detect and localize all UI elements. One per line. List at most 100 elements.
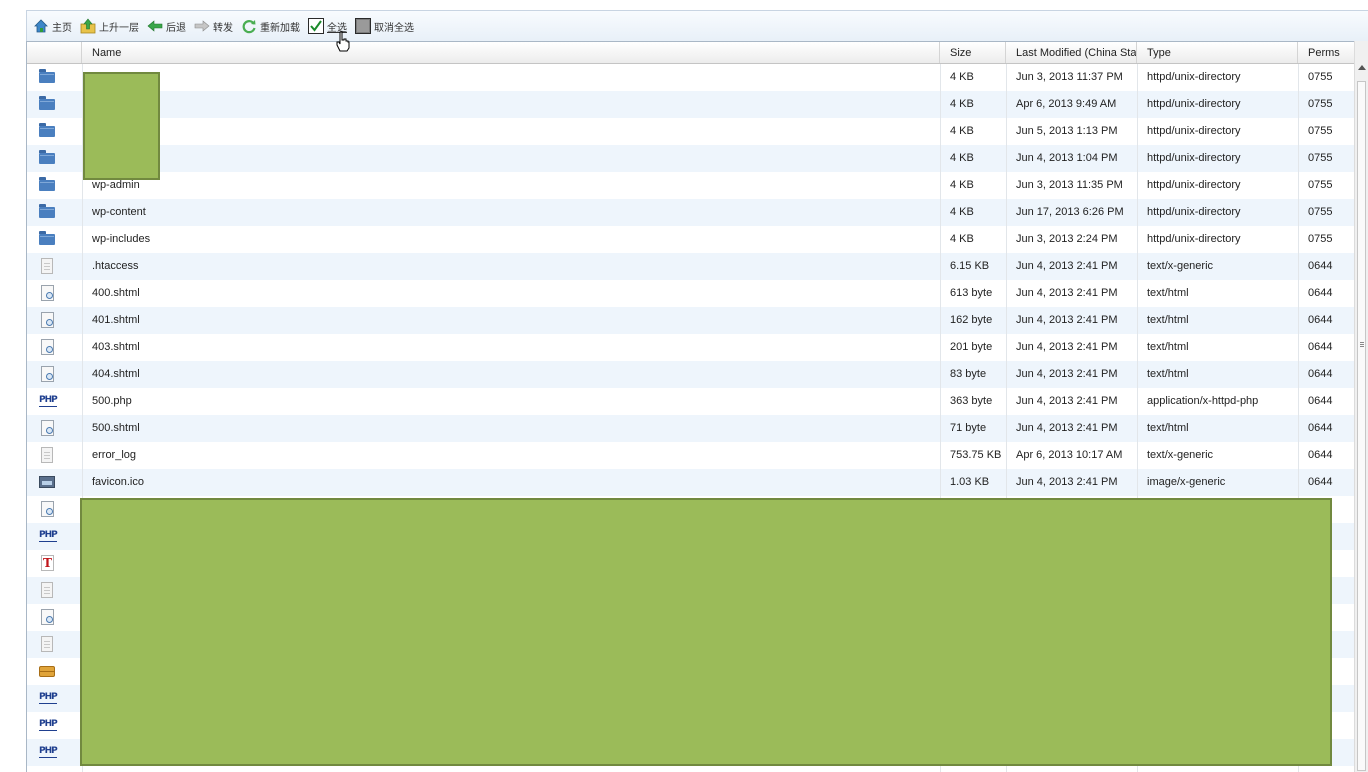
folder-icon [39,123,55,139]
archive-file-icon [39,663,55,679]
file-name-cell[interactable]: wp-content [82,199,940,226]
table-row[interactable]: wp-admin 4 KB Jun 3, 2013 11:35 PM httpd/un… [27,172,1354,199]
file-name-cell[interactable]: wp-admin [82,172,940,199]
forward-button[interactable]: 转发 [194,18,233,34]
folder-icon [39,96,55,112]
arrow-right-icon [194,18,210,34]
reload-button[interactable]: 重新加载 [241,18,300,34]
image-file-icon [39,474,55,490]
table-row[interactable]: wp-includes 4 KB Jun 3, 2013 2:24 PM httpd/… [27,226,1354,253]
file-name-cell[interactable]: error_log [82,442,940,469]
file-name-cell[interactable]: 404.shtml [82,361,940,388]
file-size-cell: 201 byte [950,341,993,353]
php-file-icon: PHP [39,692,58,704]
file-modified-cell: Jun 4, 2013 2:41 PM [1016,314,1118,326]
deselect-all-button[interactable]: 取消全选 [355,18,414,34]
table-row[interactable]: wp-content 4 KB Jun 17, 2013 6:26 PM httpd/… [27,199,1354,226]
file-perms-cell: 0644 [1308,395,1333,407]
home-icon [33,18,49,34]
table-row[interactable]: 4 KB Jun 3, 2013 11:37 PM httpd/unix-direc… [27,64,1354,91]
table-row[interactable]: favicon.ico 1.03 KB Jun 4, 2013 2:41 PM ima… [27,469,1354,496]
table-row[interactable]: 4 KB Apr 6, 2013 9:49 AM httpd/unix-direct… [27,91,1354,118]
size-column-header[interactable]: Size [940,42,1006,63]
file-name-cell[interactable]: 403.shtml [82,334,940,361]
file-name-cell[interactable]: 400.shtml [82,280,940,307]
table-row[interactable]: 403.shtml 201 byte Jun 4, 2013 2:41 PM text… [27,334,1354,361]
file-size-cell: 71 byte [950,422,987,434]
table-row[interactable]: 500.shtml 71 byte Jun 4, 2013 2:41 PM text/… [27,415,1354,442]
file-name-cell[interactable] [82,118,940,145]
file-name-cell[interactable]: 401.shtml [82,307,940,334]
table-row[interactable]: error_log 753.75 KB Apr 6, 2013 10:17 AM te… [27,442,1354,469]
file-perms-cell: 0755 [1308,71,1333,83]
table-row[interactable]: 401.shtml 162 byte Jun 4, 2013 2:41 PM text… [27,307,1354,334]
file-modified-cell: Apr 6, 2013 10:17 AM [1016,449,1123,461]
file-size-cell: 363 byte [950,395,993,407]
up-one-level-button[interactable]: 上升一层 [80,18,139,34]
reload-icon [241,18,257,34]
html-file-icon [39,312,55,328]
file-modified-cell: Jun 3, 2013 11:35 PM [1016,179,1123,191]
file-size-cell: 613 byte [950,287,993,299]
type-column-header[interactable]: Type [1137,42,1298,63]
file-perms-cell: 0644 [1308,287,1333,299]
redaction-block [83,72,160,180]
file-modified-cell: Jun 3, 2013 11:37 PM [1016,71,1123,83]
back-button[interactable]: 后退 [147,18,186,34]
file-perms-cell: 0644 [1308,476,1333,488]
modified-column-header[interactable]: Last Modified (China Standard Time) [1006,42,1137,63]
file-size-cell: 6.15 KB [950,260,990,272]
table-row[interactable]: .htaccess 6.15 KB Jun 4, 2013 2:41 PM text/… [27,253,1354,280]
table-row[interactable]: 400.shtml 613 byte Jun 4, 2013 2:41 PM text… [27,280,1354,307]
font-file-icon: T [39,555,55,571]
file-name-cell[interactable] [82,145,940,172]
folder-icon [39,150,55,166]
file-size-cell: 83 byte [950,368,987,380]
table-row[interactable]: 4 KB Jun 4, 2013 1:04 PM httpd/unix-direct… [27,145,1354,172]
up-one-level-label: 上升一层 [99,22,139,34]
table-row[interactable]: PHP 500.php 363 byte Jun 4, 2013 2:41 PM app… [27,388,1354,415]
file-name-cell[interactable]: 500.php [82,388,940,415]
file-modified-cell: Jun 4, 2013 2:41 PM [1016,422,1118,434]
file-perms-cell: 0644 [1308,449,1333,461]
file-type-cell: httpd/unix-directory [1147,233,1241,245]
file-perms-cell: 0755 [1308,206,1333,218]
icon-column-header[interactable] [27,42,82,63]
file-size-cell: 4 KB [950,125,974,137]
table-row[interactable]: 4 KB Jun 5, 2013 1:13 PM httpd/unix-direct… [27,118,1354,145]
file-name-cell[interactable]: favicon.ico [82,469,940,496]
checkbox-unchecked-icon [355,18,371,34]
file-name-cell[interactable] [82,91,940,118]
file-modified-cell: Jun 4, 2013 1:04 PM [1016,152,1118,164]
file-name-cell[interactable]: .htaccess [82,253,940,280]
perms-column-header[interactable]: Perms [1298,42,1354,63]
file-modified-cell: Jun 4, 2013 2:41 PM [1016,287,1118,299]
redaction-block [80,498,1332,766]
file-name-cell[interactable]: wp-includes [82,226,940,253]
file-modified-cell: Jun 4, 2013 2:41 PM [1016,368,1118,380]
folder-icon [39,69,55,85]
scrollbar-thumb[interactable] [1357,81,1366,771]
folder-icon [39,177,55,193]
php-file-icon: PHP [39,530,58,542]
file-type-cell: text/x-generic [1147,260,1214,272]
file-perms-cell: 0644 [1308,341,1333,353]
file-type-cell: httpd/unix-directory [1147,125,1241,137]
file-name-cell[interactable]: 500.shtml [82,415,940,442]
file-perms-cell: 0644 [1308,260,1333,272]
scroll-grip-icon [1360,342,1364,343]
table-row[interactable]: 404.shtml 83 byte Jun 4, 2013 2:41 PM text/… [27,361,1354,388]
checkbox-checked-icon [308,18,324,34]
file-type-cell: httpd/unix-directory [1147,152,1241,164]
file-modified-cell: Jun 4, 2013 2:41 PM [1016,260,1118,272]
file-type-cell: httpd/unix-directory [1147,71,1241,83]
file-type-cell: text/html [1147,422,1189,434]
scroll-up-arrow-icon[interactable] [1358,65,1366,70]
vertical-scrollbar[interactable] [1354,41,1368,772]
file-type-cell: application/x-httpd-php [1147,395,1259,407]
home-button[interactable]: 主页 [33,18,72,34]
file-name-cell[interactable] [82,64,940,91]
text-file-icon [39,258,55,274]
file-modified-cell: Jun 5, 2013 1:13 PM [1016,125,1118,137]
name-column-header[interactable]: Name [82,42,940,63]
